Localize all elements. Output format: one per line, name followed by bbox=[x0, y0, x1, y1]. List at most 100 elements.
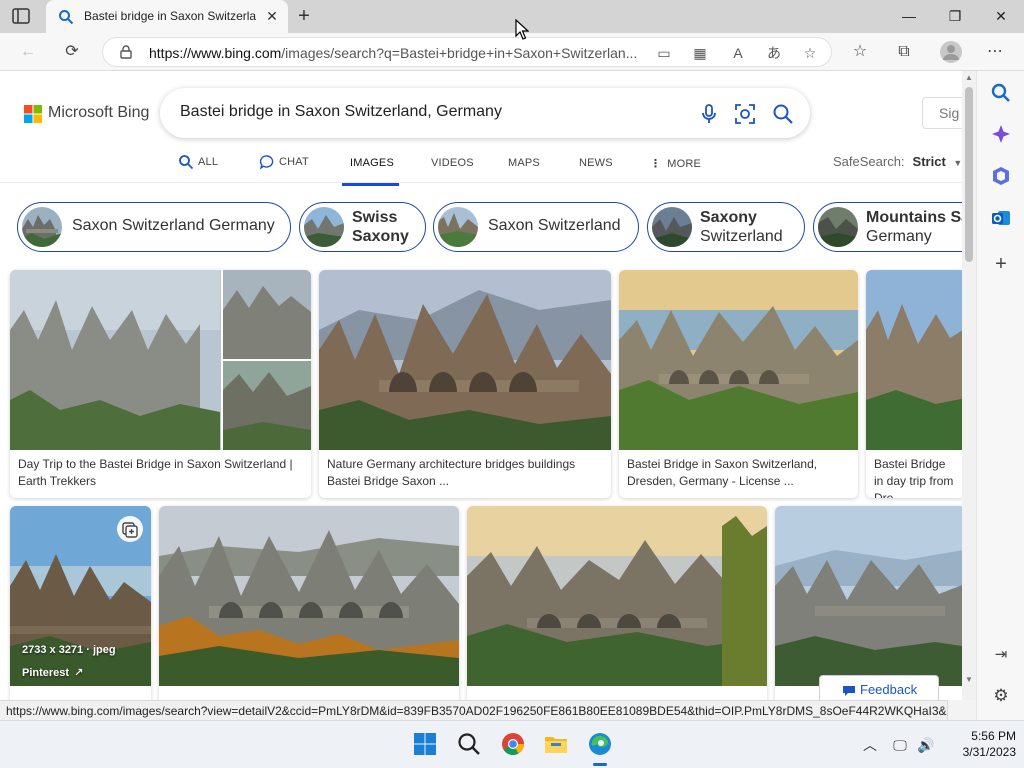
close-window-icon[interactable]: ✕ bbox=[990, 6, 1012, 26]
new-tab-icon[interactable]: + bbox=[294, 6, 314, 27]
active-app-indicator bbox=[593, 763, 607, 766]
search-query[interactable]: Bastei bridge in Saxon Switzerland, Germ… bbox=[180, 103, 502, 121]
windows-start-icon[interactable] bbox=[412, 731, 438, 757]
nav-maps[interactable]: MAPS bbox=[508, 157, 540, 185]
scroll-down-icon[interactable]: ▼ bbox=[965, 675, 973, 684]
add-sidebar-app-icon[interactable]: + bbox=[990, 253, 1012, 275]
file-explorer-icon[interactable] bbox=[543, 731, 569, 757]
feedback-button[interactable]: Feedback bbox=[819, 675, 939, 700]
browser-toolbar: ← ⟳ https://www.bing.com/images/search?q… bbox=[0, 33, 1024, 71]
chrome-icon[interactable] bbox=[500, 731, 526, 757]
translate-icon[interactable]: あ bbox=[765, 44, 783, 62]
image-caption[interactable]: Nature Germany architecture bridges buil… bbox=[327, 456, 603, 490]
visual-search-icon[interactable] bbox=[734, 103, 756, 125]
hide-sidebar-icon[interactable]: ⇥ bbox=[990, 644, 1012, 666]
scroll-up-icon[interactable]: ▲ bbox=[965, 73, 973, 82]
result-image[interactable] bbox=[319, 270, 611, 450]
pill-thumbnail bbox=[438, 207, 478, 247]
image-caption[interactable]: Bastei Bridge in day trip from Dre bbox=[874, 456, 958, 498]
minimize-icon[interactable]: — bbox=[898, 6, 920, 26]
taskbar-search-icon[interactable] bbox=[456, 731, 482, 757]
related-pill[interactable]: Mountains Sa Germany bbox=[813, 202, 962, 252]
microphone-icon[interactable] bbox=[698, 103, 720, 125]
vertical-nav: ALL CHAT IMAGES VIDEOS MAPS NEWS ⋮ MORE S… bbox=[0, 151, 962, 186]
sidebar-settings-icon[interactable]: ⚙ bbox=[990, 685, 1012, 707]
result-image[interactable] bbox=[10, 270, 311, 450]
sign-in-button[interactable]: Sig bbox=[922, 97, 962, 129]
related-pill[interactable]: Saxon Switzerland Germany bbox=[17, 202, 291, 252]
result-image[interactable] bbox=[619, 270, 858, 450]
sidebar-search-icon[interactable] bbox=[990, 82, 1012, 104]
image-result-card[interactable] bbox=[775, 506, 962, 700]
clock-date: 3/31/2023 bbox=[962, 745, 1016, 759]
save-to-collection-button[interactable] bbox=[117, 516, 143, 542]
result-image[interactable] bbox=[775, 506, 962, 686]
search-submit-icon[interactable] bbox=[772, 103, 794, 125]
copilot-sparkle-icon[interactable] bbox=[990, 123, 1012, 145]
safesearch-dropdown[interactable]: SafeSearch: Strict ▼ bbox=[833, 154, 962, 169]
favorites-icon[interactable]: ☆ bbox=[849, 41, 871, 63]
external-link-icon: ↗ bbox=[74, 667, 84, 679]
image-result-card[interactable]: Bastei Bridge in Saxon Switzerland, Dres… bbox=[619, 270, 858, 498]
nav-news[interactable]: NEWS bbox=[579, 157, 613, 185]
related-pill[interactable]: Swiss Saxony bbox=[299, 202, 426, 252]
lock-icon[interactable] bbox=[119, 45, 133, 59]
nav-all[interactable]: ALL bbox=[178, 154, 218, 182]
related-pill[interactable]: Saxon Switzerland bbox=[433, 202, 639, 252]
feedback-icon bbox=[843, 686, 855, 696]
add-collection-icon bbox=[122, 522, 138, 538]
network-icon[interactable]: 🖵 bbox=[890, 735, 910, 755]
image-result-card[interactable] bbox=[159, 506, 459, 700]
image-result-card[interactable]: Nature Germany architecture bridges buil… bbox=[319, 270, 611, 498]
result-image[interactable] bbox=[866, 270, 962, 450]
page-scrollbar[interactable]: ▲ ▼ bbox=[962, 71, 976, 700]
image-caption[interactable]: Day Trip to the Bastei Bridge in Saxon S… bbox=[18, 456, 303, 490]
microsoft-logo-icon bbox=[24, 105, 42, 123]
restore-icon[interactable]: ❐ bbox=[944, 6, 966, 26]
result-image[interactable] bbox=[159, 506, 459, 686]
taskbar-clock[interactable]: 5:56 PM 3/31/2023 bbox=[946, 728, 1016, 760]
nav-videos[interactable]: VIDEOS bbox=[431, 157, 474, 185]
related-pill[interactable]: Saxony Switzerland bbox=[647, 202, 805, 252]
image-result-card[interactable]: Bastei Bridge in day trip from Dre bbox=[866, 270, 962, 498]
scrollbar-thumb[interactable] bbox=[965, 87, 973, 262]
address-bar[interactable]: https://www.bing.com/images/search?q=Bas… bbox=[102, 37, 832, 67]
profile-avatar-icon[interactable] bbox=[939, 40, 963, 64]
search-box[interactable]: Bastei bridge in Saxon Switzerland, Germ… bbox=[160, 88, 810, 138]
qr-code-icon[interactable]: ▦ bbox=[691, 44, 709, 62]
browser-tab-active[interactable]: Bastei bridge in Saxon Switzerlan ✕ bbox=[46, 0, 288, 33]
more-vertical-icon: ⋮ bbox=[650, 158, 662, 170]
nav-more[interactable]: ⋮ MORE bbox=[650, 157, 701, 185]
clock-time: 5:56 PM bbox=[971, 729, 1016, 743]
image-result-card[interactable] bbox=[467, 506, 767, 700]
image-source[interactable]: Pinterest ↗ bbox=[22, 666, 83, 679]
result-image[interactable] bbox=[467, 506, 767, 686]
office-icon[interactable] bbox=[990, 165, 1012, 187]
tab-close-icon[interactable]: ✕ bbox=[264, 8, 280, 24]
nav-images[interactable]: IMAGES bbox=[342, 157, 399, 186]
url-text: https://www.bing.com/images/search?q=Bas… bbox=[149, 45, 638, 61]
app-available-icon[interactable]: ▭ bbox=[655, 44, 673, 62]
status-url-bar: https://www.bing.com/images/search?view=… bbox=[0, 700, 948, 720]
tab-title: Bastei bridge in Saxon Switzerlan bbox=[84, 9, 256, 23]
image-result-card[interactable]: Day Trip to the Bastei Bridge in Saxon S… bbox=[10, 270, 311, 498]
outlook-icon[interactable] bbox=[990, 207, 1012, 229]
back-icon[interactable]: ← bbox=[17, 41, 39, 63]
tab-actions-icon[interactable] bbox=[12, 8, 30, 24]
windows-taskbar: ︿ 🖵 🔊 5:56 PM 3/31/2023 bbox=[0, 720, 1024, 768]
image-caption[interactable]: Bastei Bridge in Saxon Switzerland, Dres… bbox=[627, 456, 850, 490]
chevron-down-icon: ▼ bbox=[953, 158, 962, 168]
tray-overflow-icon[interactable]: ︿ bbox=[860, 735, 880, 755]
refresh-icon[interactable]: ⟳ bbox=[61, 41, 83, 63]
edge-browser-icon[interactable] bbox=[587, 731, 613, 757]
chat-icon bbox=[259, 155, 274, 170]
settings-more-icon[interactable]: ⋯ bbox=[984, 41, 1006, 63]
collections-icon[interactable]: ⧉ bbox=[893, 41, 915, 63]
search-favicon-icon bbox=[59, 10, 74, 25]
volume-icon[interactable]: 🔊 bbox=[916, 735, 936, 755]
read-aloud-icon[interactable]: A bbox=[729, 44, 747, 62]
add-favorite-icon[interactable]: ☆ bbox=[801, 44, 819, 62]
pill-thumbnail bbox=[818, 207, 858, 247]
image-result-card[interactable]: 2733 x 3271 · jpeg Pinterest ↗ bbox=[10, 506, 151, 700]
nav-chat[interactable]: CHAT bbox=[259, 154, 309, 182]
